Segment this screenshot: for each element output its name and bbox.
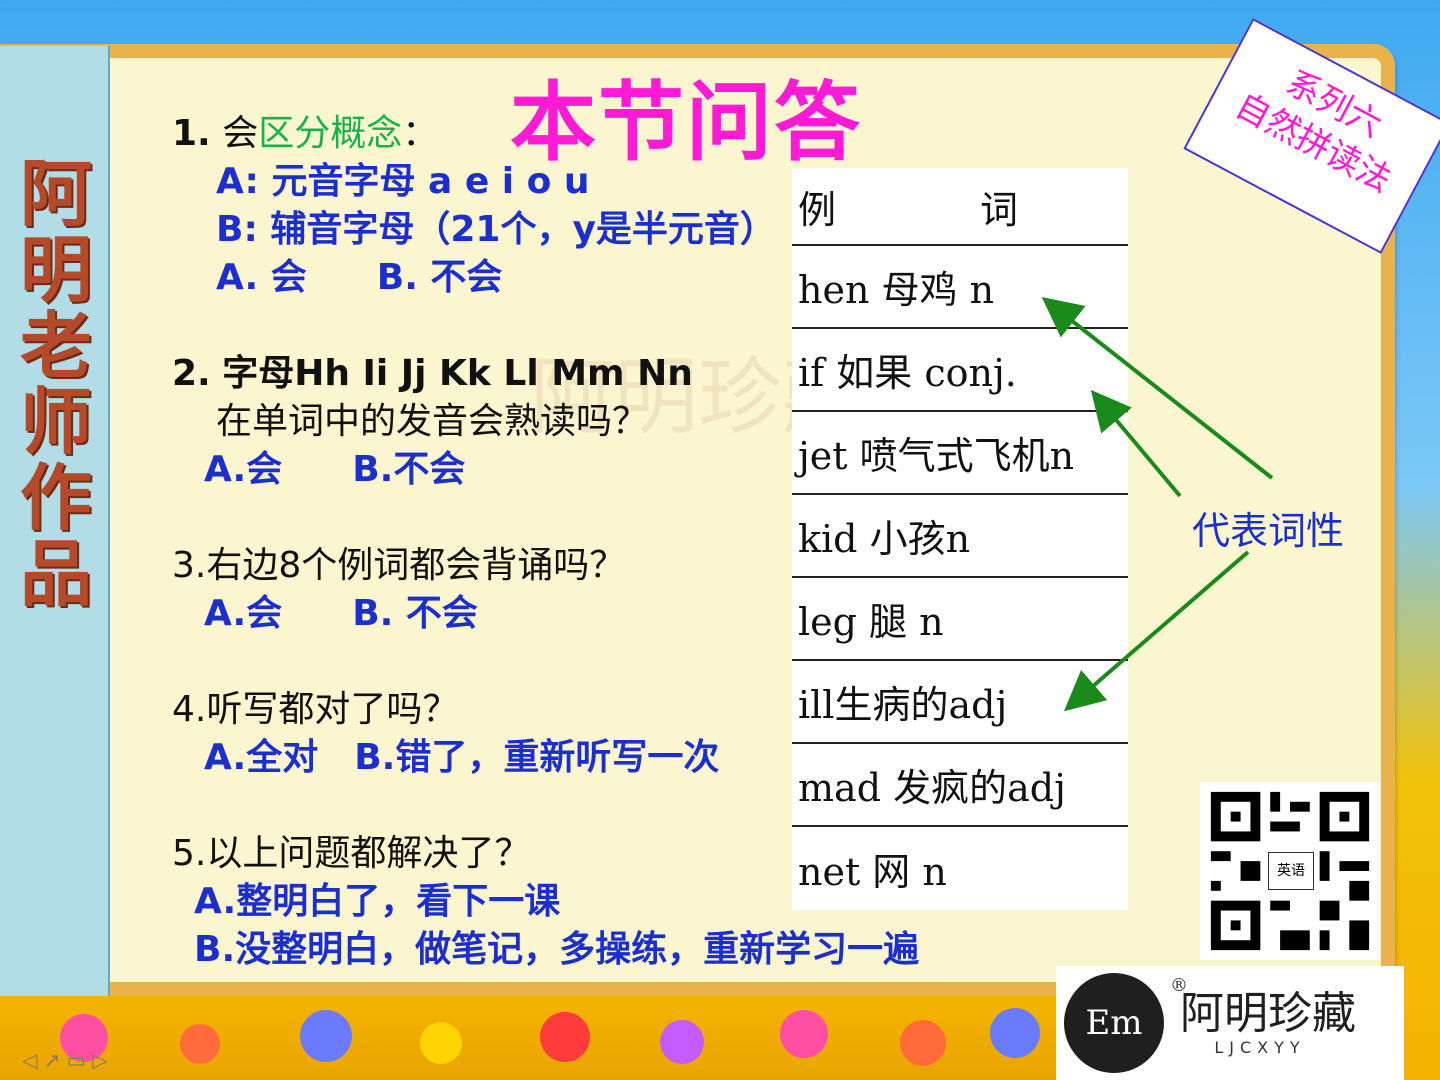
q1-answers: A. 会 B. 不会 bbox=[172, 254, 776, 302]
side-panel: 阿明老师 作品 bbox=[0, 46, 110, 996]
table-row: hen 母鸡 n bbox=[792, 246, 1128, 329]
logo-icon: Em ® bbox=[1064, 973, 1188, 1073]
table-header-left: 例 bbox=[798, 187, 837, 232]
q2-answer-a[interactable]: A.会 bbox=[204, 449, 282, 490]
table-row: ill生病的adj bbox=[792, 661, 1128, 744]
q1-colon: ： bbox=[402, 113, 439, 154]
flower-decoration bbox=[0, 996, 1056, 1080]
table-header: 例词 bbox=[792, 168, 1128, 246]
registered-mark: ® bbox=[1170, 975, 1188, 996]
question-2: 2. 字母Hh Ii Jj Kk Ll Mm Nn 在单词中的发音会熟读吗？ A… bbox=[172, 350, 693, 494]
question-3: 3.右边8个例词都会背诵吗？ A.会 B. 不会 bbox=[172, 542, 625, 638]
table-header-right: 词 bbox=[979, 187, 1018, 232]
question-4: 4.听写都对了吗？ A.全对 B.错了，重新听写一次 bbox=[172, 686, 719, 782]
table-row: if 如果 conj. bbox=[792, 329, 1128, 412]
q2-answer-b[interactable]: B.不会 bbox=[352, 449, 465, 490]
qr-center-label: 英语 bbox=[1268, 852, 1314, 890]
q4-text: 4.听写都对了吗？ bbox=[172, 689, 459, 730]
part-of-speech-label: 代表词性 bbox=[1192, 509, 1345, 553]
slide-nav-icon[interactable]: ◁ ↗ ▭ ▷ bbox=[22, 1048, 108, 1072]
q5-answer-b[interactable]: B.没整明白，做笔记，多操练，重新学习一遍 bbox=[172, 926, 919, 974]
q3-answer-b[interactable]: B. 不会 bbox=[352, 593, 478, 634]
qr-code: 英语 bbox=[1200, 782, 1380, 960]
q1-answer-a[interactable]: A. 会 bbox=[216, 257, 307, 298]
q4-answer-b[interactable]: B.错了，重新听写一次 bbox=[354, 737, 719, 778]
q3-text: 3.右边8个例词都会背诵吗？ bbox=[172, 545, 626, 586]
table-row: mad 发疯的adj bbox=[792, 744, 1128, 827]
q2-number: 2. bbox=[172, 353, 211, 394]
q1-prefix: 会 bbox=[222, 113, 259, 154]
q4-answer-a[interactable]: A.全对 bbox=[204, 737, 318, 778]
q4-answers: A.全对 B.错了，重新听写一次 bbox=[172, 734, 719, 782]
q1-highlight: 区分概念 bbox=[258, 113, 403, 154]
question-1: 1. 会区分概念： A: 元音字母 a e i o u B: 辅音字母（21个，… bbox=[172, 110, 776, 302]
brand-logo: Em ® 阿明珍藏 LJCXYY bbox=[1056, 966, 1404, 1080]
q2-text: 字母Hh Ii Jj Kk Ll Mm Nn bbox=[222, 353, 693, 394]
logo-text: Em bbox=[1085, 1003, 1143, 1043]
q1-number: 1. bbox=[172, 113, 211, 154]
q1-option-b-text: B: 辅音字母（21个，y是半元音） bbox=[216, 209, 776, 250]
author-label: 阿明老师 作品 bbox=[19, 151, 92, 616]
brand-sub: LJCXYY bbox=[1214, 1037, 1306, 1057]
q2-answers: A.会 B.不会 bbox=[172, 446, 693, 494]
table-row: leg 腿 n bbox=[792, 578, 1128, 661]
q3-answer-a[interactable]: A.会 bbox=[204, 593, 282, 634]
q1-answer-b[interactable]: B. 不会 bbox=[377, 257, 503, 298]
table-row: kid 小孩n bbox=[792, 495, 1128, 578]
q2-text-2: 在单词中的发音会熟读吗？ bbox=[216, 401, 649, 442]
q3-answers: A.会 B. 不会 bbox=[172, 590, 625, 638]
brand-name: 阿明珍藏 bbox=[1180, 987, 1356, 1039]
q1-option-a-text: A: 元音字母 a e i o u bbox=[216, 161, 590, 202]
table-row: net 网 n bbox=[798, 850, 947, 894]
example-words-table: 例词 hen 母鸡 n if 如果 conj. jet 喷气式飞机n kid 小… bbox=[792, 168, 1128, 910]
table-row: jet 喷气式飞机n bbox=[792, 412, 1128, 495]
